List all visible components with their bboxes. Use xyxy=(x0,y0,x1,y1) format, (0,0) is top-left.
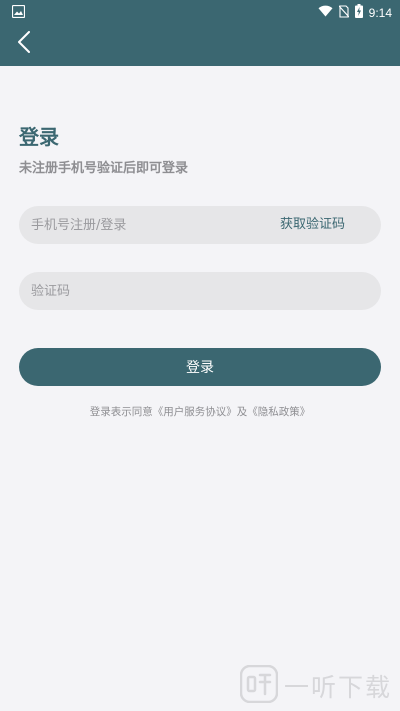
app-header: 9:14 xyxy=(0,0,400,66)
chevron-left-icon xyxy=(17,31,31,57)
user-agreement-link[interactable]: 《用户服务协议》 xyxy=(153,406,237,418)
status-bar: 9:14 xyxy=(0,0,400,24)
verification-code-input[interactable] xyxy=(31,272,361,310)
back-button[interactable] xyxy=(10,30,38,58)
login-button[interactable]: 登录 xyxy=(19,348,381,386)
battery-charging-icon xyxy=(354,4,363,21)
page-subtitle: 未注册手机号验证后即可登录 xyxy=(19,161,189,176)
status-indicators: 9:14 xyxy=(318,4,392,21)
status-time: 9:14 xyxy=(368,5,392,20)
privacy-policy-link[interactable]: 《隐私政策》 xyxy=(247,406,310,418)
phone-field: 获取验证码 xyxy=(19,206,381,244)
agreement-prefix: 登录表示同意 xyxy=(89,406,153,418)
watermark: 一听下载 xyxy=(239,664,393,707)
watermark-text: 一听下载 xyxy=(284,673,393,702)
gallery-icon xyxy=(11,4,26,19)
watermark-logo-icon xyxy=(239,664,279,707)
agreement-text: 登录表示同意《用户服务协议》及《隐私政策》 xyxy=(0,404,400,420)
code-field xyxy=(19,272,381,310)
no-sim-icon xyxy=(338,4,350,21)
page-title: 登录 xyxy=(19,125,59,149)
get-code-button[interactable]: 获取验证码 xyxy=(280,206,345,244)
phone-input[interactable] xyxy=(31,206,261,244)
wifi-icon xyxy=(318,5,333,20)
agreement-connector: 及 xyxy=(236,406,248,418)
